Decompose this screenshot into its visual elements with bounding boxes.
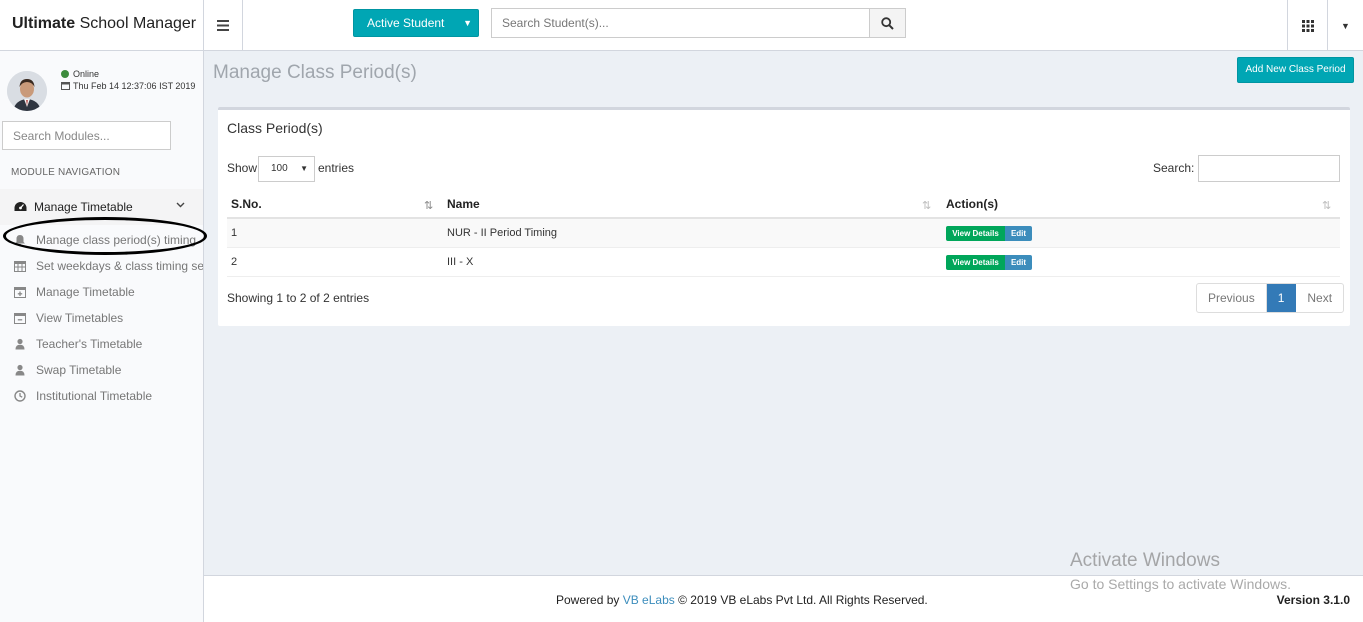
pagination-previous[interactable]: Previous [1197,284,1267,312]
calendar-icon [61,82,70,90]
dashboard-icon [14,202,27,211]
active-student-label: Active Student [367,16,445,30]
sidebar-item-set-weekdays[interactable]: Set weekdays & class timing sets [0,254,203,280]
sidebar-item-label: Teacher's Timetable [36,337,143,351]
vb-elabs-link[interactable]: VB eLabs [623,593,675,607]
pagination-page-current[interactable]: 1 [1266,284,1297,312]
table-info: Showing 1 to 2 of 2 entries [227,291,370,305]
show-label: Show [227,161,258,175]
table-search-input[interactable] [1198,155,1340,182]
pagination: Previous 1 Next [1196,283,1345,313]
cell-name: NUR - II Period Timing [447,227,558,239]
sidebar-item-label: Set weekdays & class timing sets [36,259,203,273]
column-header-name[interactable]: Name [447,197,480,211]
search-icon [881,16,894,30]
sidebar-item-view-timetables[interactable]: View Timetables [0,306,203,332]
avatar[interactable] [7,71,47,111]
sidebar-item-label: Institutional Timetable [36,389,153,403]
activate-windows-watermark: Activate Windows [1070,550,1220,571]
box-title: Class Period(s) [227,120,323,136]
sidebar-parent-label: Manage Timetable [34,200,133,214]
grid-icon [1301,19,1314,32]
sort-asc-icon[interactable]: ⇅ [424,199,433,212]
page-title: Manage Class Period(s) [213,62,417,83]
table-search-label: Search: [1153,161,1195,175]
edit-button[interactable]: Edit [1005,226,1032,241]
module-search-input[interactable] [2,121,171,150]
menu-toggle-button[interactable] [204,0,243,51]
highlight-ellipse [3,217,207,255]
column-header-sno[interactable]: S.No. [231,197,262,211]
user-icon [15,364,25,376]
sort-icon[interactable]: ⇅ [922,199,931,212]
cell-name: III - X [447,256,474,268]
online-status: Online [61,69,99,79]
apps-grid-button[interactable] [1287,0,1327,51]
add-new-class-period-button[interactable]: Add New Class Period [1237,57,1354,83]
caret-down-icon: ▼ [1341,20,1350,31]
user-avatar-image [7,71,47,111]
user-menu-dropdown[interactable]: ▼ [1327,0,1363,51]
top-header: Ultimate School Manager Active Student ▼… [0,0,1363,51]
online-dot-icon [61,70,69,78]
version-label: Version 3.1.0 [1276,593,1350,607]
hamburger-icon [217,20,229,31]
table-row: 2 III - X View Details Edit [227,248,1340,277]
caret-down-icon: ▼ [300,164,308,173]
activate-windows-hint: Go to Settings to activate Windows. [1070,576,1291,592]
sidebar-item-institutional-timetable[interactable]: Institutional Timetable [0,384,203,410]
active-student-button[interactable]: Active Student ▼ [353,9,479,37]
calendar-icon [14,261,26,272]
sort-icon[interactable]: ⇅ [1322,199,1331,212]
entries-label: entries [318,161,355,175]
entries-per-page-select[interactable]: 100 ▼ [258,156,315,182]
column-header-actions: Action(s) [946,197,998,211]
current-datetime: Thu Feb 14 12:37:06 IST 2019 [61,81,195,91]
footer-copyright: Powered by VB eLabs © 2019 VB eLabs Pvt … [556,593,928,607]
view-details-button[interactable]: View Details [946,226,1005,241]
user-icon [15,338,25,350]
table-row: 1 NUR - II Period Timing View Details Ed… [227,219,1340,248]
sidebar-item-teachers-timetable[interactable]: Teacher's Timetable [0,332,203,358]
module-navigation-header: MODULE NAVIGATION [11,167,121,178]
sidebar: Online Thu Feb 14 12:37:06 IST 2019 MODU… [0,51,207,622]
view-details-button[interactable]: View Details [946,255,1005,270]
app-logo[interactable]: Ultimate School Manager [0,0,204,51]
edit-button[interactable]: Edit [1005,255,1032,270]
clock-icon [14,390,26,402]
class-periods-box: Class Period(s) Show 100 ▼ entries Searc… [218,107,1350,326]
sidebar-item-swap-timetable[interactable]: Swap Timetable [0,358,203,384]
sidebar-item-label: Manage Timetable [36,285,135,299]
chevron-down-icon [176,202,185,208]
calendar-plus-icon [14,287,26,298]
sidebar-item-manage-timetable[interactable]: Manage Timetable [0,280,203,306]
pagination-next[interactable]: Next [1296,284,1343,312]
caret-down-icon: ▼ [463,18,472,28]
sidebar-item-label: View Timetables [36,311,124,325]
sidebar-item-label: Swap Timetable [36,363,122,377]
search-student-input[interactable] [491,8,870,38]
calendar-minus-icon [14,313,26,324]
cell-sno: 1 [231,227,238,239]
cell-sno: 2 [231,256,238,268]
search-button[interactable] [869,8,906,38]
